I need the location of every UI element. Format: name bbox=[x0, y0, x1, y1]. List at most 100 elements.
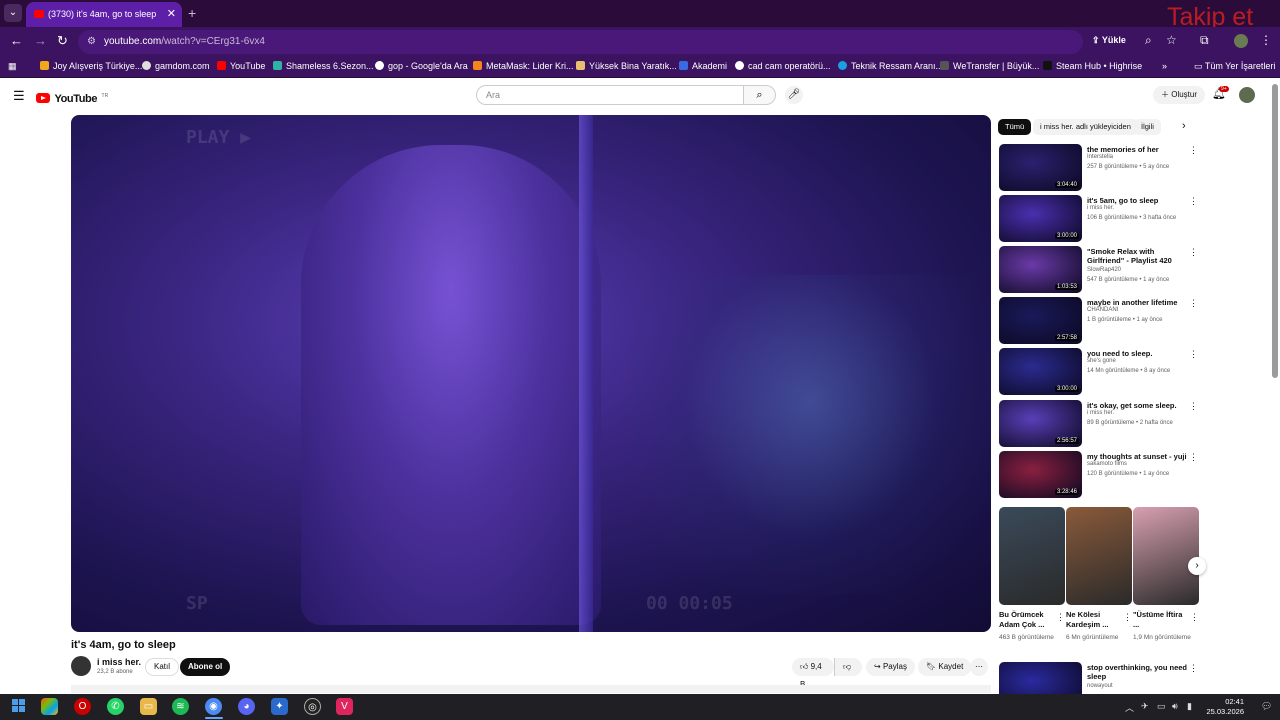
bookmark-item[interactable]: Shameless 6.Sezon... bbox=[273, 61, 374, 71]
address-bar[interactable]: ⚙ youtube.com/watch?v=CErg31-6vx4 bbox=[78, 30, 1083, 54]
volume-icon[interactable]: 🔊︎ bbox=[1172, 701, 1178, 712]
recommendation-channel[interactable]: i miss her. bbox=[1087, 410, 1114, 416]
game-launcher-icon[interactable]: ◎ bbox=[304, 698, 321, 715]
forward-icon[interactable]: → bbox=[34, 33, 47, 48]
menu-kebab-icon[interactable]: ⋮ bbox=[1260, 33, 1272, 47]
video-thumbnail[interactable]: 3:04:40 bbox=[999, 144, 1082, 191]
voice-search-button[interactable]: 🎤︎ bbox=[785, 86, 803, 104]
description-box[interactable] bbox=[71, 685, 991, 693]
recommendation-channel[interactable]: she's gone bbox=[1087, 358, 1116, 364]
bluetooth-icon[interactable]: ✈ bbox=[1141, 701, 1149, 712]
account-avatar[interactable] bbox=[1239, 87, 1255, 103]
recommendation-item[interactable]: 2:56:57 it's okay, get some sleep. i mis… bbox=[999, 400, 1204, 448]
recommendation-title[interactable]: it's okay, get some sleep. bbox=[1087, 401, 1187, 410]
bookmark-item[interactable]: Akademi bbox=[679, 61, 727, 71]
short-title[interactable]: Bu Örümcek Adam Çok ... bbox=[999, 610, 1053, 630]
recommendation-title[interactable]: the memories of her bbox=[1087, 145, 1187, 154]
bookmark-item[interactable]: gamdom.com bbox=[142, 61, 210, 71]
recommendation-title[interactable]: maybe in another lifetime bbox=[1087, 298, 1187, 307]
site-info-icon[interactable]: ⚙ bbox=[87, 36, 96, 47]
more-vertical-icon[interactable]: ⋮ bbox=[1189, 196, 1198, 207]
bookmark-item[interactable]: Joy Alışveriş Türkiye... bbox=[40, 61, 142, 71]
more-vertical-icon[interactable]: ⋮ bbox=[1189, 401, 1198, 412]
recommendation-item[interactable]: 3:28:46 my thoughts at sunset - yuji sak… bbox=[999, 451, 1204, 499]
channel-avatar[interactable] bbox=[71, 656, 91, 676]
bookmark-item[interactable]: YouTube bbox=[217, 61, 265, 71]
copilot-icon[interactable] bbox=[41, 698, 58, 715]
more-vertical-icon[interactable]: ⋮ bbox=[1189, 349, 1198, 360]
shorts-next-button[interactable]: › bbox=[1188, 557, 1206, 575]
short-title[interactable]: "Üstüme İftira ... bbox=[1133, 610, 1187, 630]
video-thumbnail[interactable]: 3:00:00 bbox=[999, 348, 1082, 395]
recommendation-channel[interactable]: SlowRap420 bbox=[1087, 267, 1121, 273]
chevron-right-icon[interactable]: › bbox=[1182, 120, 1186, 132]
back-icon[interactable]: ← bbox=[10, 33, 23, 48]
short-title[interactable]: Ne Kölesi Kardeşim ... bbox=[1066, 610, 1120, 630]
more-vertical-icon[interactable]: ⋮ bbox=[1189, 145, 1198, 156]
bookmark-item[interactable]: cad cam operatörü... bbox=[735, 61, 831, 71]
close-tab-icon[interactable]: ✕ bbox=[167, 7, 176, 20]
chip-related[interactable]: İlgili bbox=[1134, 119, 1161, 135]
tray-overflow-icon[interactable]: ︿ bbox=[1125, 701, 1134, 714]
video-thumbnail[interactable]: 2:57:58 bbox=[999, 297, 1082, 344]
bookmark-item[interactable]: Teknik Ressam Aranı... bbox=[838, 61, 943, 71]
join-button[interactable]: Katıl bbox=[145, 658, 180, 676]
video-thumbnail[interactable]: 1:03:53 bbox=[999, 246, 1082, 293]
video-thumbnail[interactable]: 2:56:57 bbox=[999, 400, 1082, 447]
opera-icon[interactable]: O bbox=[74, 698, 91, 715]
short-thumbnail[interactable] bbox=[1066, 507, 1132, 605]
like-button[interactable]: 👍︎ 9,4 B bbox=[792, 658, 834, 689]
recommendation-item[interactable]: 1:03:53 "Smoke Relax with Girlfriend" - … bbox=[999, 246, 1204, 294]
more-actions-button[interactable]: ⋯ bbox=[970, 658, 988, 676]
more-vertical-icon[interactable]: ⋮ bbox=[1189, 298, 1198, 309]
apps-grid-icon[interactable]: ▦ bbox=[8, 61, 17, 72]
system-clock[interactable]: 02:41 25.03.2026 bbox=[1200, 697, 1244, 717]
app-icon[interactable]: ✦ bbox=[271, 698, 288, 715]
dislike-button[interactable]: 👎︎ bbox=[834, 658, 862, 676]
recommendation-item[interactable]: 3:00:00 you need to sleep. she's gone 14… bbox=[999, 348, 1204, 396]
short-thumbnail[interactable] bbox=[1133, 507, 1199, 605]
video-player[interactable]: PLAY ▶ SP 00 00:05 bbox=[71, 115, 991, 632]
whatsapp-icon[interactable]: ✆ bbox=[107, 698, 124, 715]
more-vertical-icon[interactable]: ⋮ bbox=[1189, 452, 1198, 463]
save-button[interactable]: 🔖︎ Kaydet bbox=[918, 658, 972, 676]
battery-icon[interactable]: ▮ bbox=[1187, 701, 1192, 712]
more-bookmarks-icon[interactable]: » bbox=[1162, 61, 1167, 71]
url-text[interactable]: youtube.com/watch?v=CErg31-6vx4 bbox=[104, 36, 265, 47]
search-input[interactable]: Ara bbox=[476, 85, 744, 105]
hamburger-menu-icon[interactable]: ☰ bbox=[13, 88, 25, 104]
recommendation-channel[interactable]: CHANDANI bbox=[1087, 307, 1118, 313]
bookmark-item[interactable]: MetaMask: Lider Kri... bbox=[473, 61, 574, 71]
more-vertical-icon[interactable]: ⋮ bbox=[1190, 612, 1199, 623]
short-thumbnail[interactable] bbox=[999, 507, 1065, 605]
new-tab-icon[interactable]: + bbox=[188, 5, 196, 21]
all-bookmarks-folder[interactable]: ▭ Tüm Yer İşaretleri bbox=[1194, 61, 1275, 72]
video-thumbnail[interactable]: 3:28:46 bbox=[999, 451, 1082, 498]
page-scrollbar[interactable] bbox=[1272, 84, 1278, 378]
profile-avatar[interactable] bbox=[1234, 34, 1248, 48]
subscribe-button[interactable]: Abone ol bbox=[180, 658, 231, 676]
tab-search-button[interactable]: ⌄ bbox=[4, 4, 22, 22]
recommendation-channel[interactable]: nowayout bbox=[1087, 683, 1113, 689]
recommendation-item[interactable]: 2:57:58 maybe in another lifetime CHANDA… bbox=[999, 297, 1204, 345]
spotify-icon[interactable]: ≋ bbox=[172, 698, 189, 715]
recommendation-title[interactable]: "Smoke Relax with Girlfriend" - Playlist… bbox=[1087, 247, 1187, 265]
search-button[interactable]: ⌕ bbox=[744, 85, 776, 105]
file-explorer-icon[interactable]: ▭ bbox=[140, 698, 157, 715]
create-button[interactable]: ＋ Oluştur bbox=[1153, 86, 1206, 104]
recommendation-title[interactable]: it's 5am, go to sleep bbox=[1087, 196, 1187, 205]
windows-start-icon[interactable] bbox=[12, 699, 26, 713]
bookmark-item[interactable]: Yüksek Bina Yaratık... bbox=[576, 61, 677, 71]
active-tab[interactable]: (3730) it's 4am, go to sleep - Yo ✕ bbox=[26, 2, 182, 27]
upload-button[interactable]: ⇪ Yükle bbox=[1092, 35, 1126, 46]
video-thumbnail[interactable]: 3:00:00 bbox=[999, 195, 1082, 242]
recommendation-channel[interactable]: sakamoto films bbox=[1087, 461, 1127, 467]
more-vertical-icon[interactable]: ⋮ bbox=[1056, 612, 1065, 623]
recommendation-title[interactable]: stop overthinking, you need sleep bbox=[1087, 663, 1187, 681]
bookmark-star-icon[interactable]: ☆ bbox=[1166, 33, 1177, 47]
recommendation-item[interactable]: 3:00:00 it's 5am, go to sleep i miss her… bbox=[999, 195, 1204, 243]
bookmark-item[interactable]: gop - Google'da Ara bbox=[375, 61, 468, 71]
youtube-logo[interactable]: YouTube TR bbox=[36, 89, 108, 107]
zoom-icon[interactable]: ⌕ bbox=[1145, 33, 1152, 48]
bookmark-item[interactable]: WeTransfer | Büyük... bbox=[940, 61, 1039, 71]
